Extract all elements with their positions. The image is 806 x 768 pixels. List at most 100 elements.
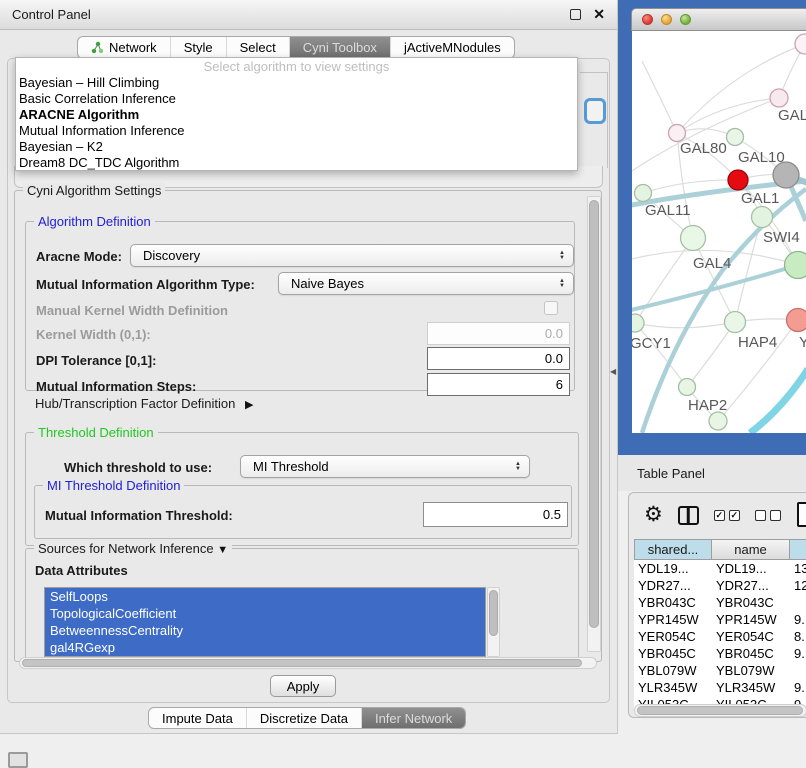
popup-item-bayesian-k2[interactable]: Bayesian – K2 <box>16 139 577 155</box>
list-item-topologicalcoefficient[interactable]: TopologicalCoefficient <box>45 605 485 622</box>
network-node-gal10[interactable] <box>727 129 744 146</box>
mi-type-combo[interactable]: Naive Bayes ▲▼ <box>278 272 574 295</box>
gear-icon[interactable]: ⚙ <box>644 505 663 525</box>
settings-horizontal-scrollbar[interactable] <box>19 657 597 669</box>
float-panel-icon[interactable] <box>570 9 581 20</box>
list-item-selfloops[interactable]: SelfLoops <box>45 588 485 605</box>
which-threshold-label: Which threshold to use: <box>64 460 212 475</box>
select-all-icon[interactable]: ✓✓ <box>714 510 740 521</box>
network-canvas[interactable]: GAL GAL80 GAL10 GAL1 GAL11 SWI4 GAL4 GCY… <box>632 31 806 433</box>
attributes-list-scrollbar[interactable] <box>487 587 500 657</box>
tab-infer-network[interactable]: Infer Network <box>361 708 465 728</box>
cell-name: YPR145W <box>712 611 790 628</box>
dpi-tolerance-field[interactable]: 0.0 <box>427 347 570 370</box>
table-row[interactable]: YLR345W YLR345W 9. <box>634 679 806 696</box>
cell-shared: YBR045C <box>634 645 712 662</box>
collapse-down-icon: ▼ <box>217 544 228 556</box>
table-row[interactable]: YPR145W YPR145W 9. <box>634 611 806 628</box>
panel-collapse-arrow-icon[interactable]: ◀ <box>610 367 616 376</box>
network-node[interactable] <box>770 89 788 107</box>
table-panel: ⚙ ✓✓ shared... name YDL19... YDL19... 13… <box>628 492 806 718</box>
network-node-gcy1[interactable] <box>632 314 644 332</box>
table-header-row: shared... name <box>634 539 806 560</box>
tab-jactivemnodules[interactable]: jActiveMNodules <box>390 37 514 58</box>
table-panel-header: Table Panel <box>618 455 806 491</box>
tab-discretize-data[interactable]: Discretize Data <box>246 708 361 728</box>
network-node-gal4[interactable] <box>681 226 706 251</box>
tab-cyni-toolbox-label: Cyni Toolbox <box>303 40 377 55</box>
control-panel-title: Control Panel <box>12 7 91 22</box>
window-close-icon[interactable] <box>642 14 653 25</box>
tab-select[interactable]: Select <box>226 37 289 58</box>
node-label: SWI4 <box>763 229 800 246</box>
settings-group-title: Cyni Algorithm Settings <box>23 183 165 198</box>
tab-cyni-toolbox[interactable]: Cyni Toolbox <box>289 37 390 58</box>
network-node-gal1-selected[interactable] <box>728 170 748 190</box>
new-table-icon[interactable] <box>797 502 806 527</box>
tab-style[interactable]: Style <box>170 37 226 58</box>
sources-title-label: Sources for Network Inference <box>38 541 214 556</box>
column-header-name[interactable]: name <box>712 539 790 560</box>
network-node-gal11[interactable] <box>635 185 652 202</box>
settings-vertical-scrollbar[interactable] <box>587 196 601 652</box>
apply-button[interactable]: Apply <box>270 675 336 697</box>
list-item-betweennesscentrality[interactable]: BetweennessCentrality <box>45 622 485 639</box>
which-threshold-combo[interactable]: MI Threshold ▲▼ <box>240 455 530 478</box>
table-row[interactable]: YER054C YER054C 8. <box>634 628 806 645</box>
table-row[interactable]: YBR045C YBR045C 9. <box>634 645 806 662</box>
window-minimize-icon[interactable] <box>661 14 672 25</box>
close-panel-icon[interactable]: ✕ <box>593 9 605 20</box>
mi-threshold-field[interactable]: 0.5 <box>423 502 568 527</box>
hub-definition-toggle[interactable]: Hub/Transcription Factor Definition ▶ <box>35 396 253 411</box>
table-horizontal-scrollbar[interactable] <box>634 704 806 717</box>
cell-value: 9. <box>790 645 806 662</box>
column-header-partial[interactable] <box>790 539 806 560</box>
table-row[interactable]: YBL079W YBL079W <box>634 662 806 679</box>
network-node-gal80[interactable] <box>669 125 686 142</box>
kernel-width-field[interactable]: 0.0 <box>427 322 570 345</box>
combo-arrows-icon: ▲▼ <box>559 279 565 289</box>
deselect-all-icon[interactable] <box>755 510 781 521</box>
column-header-shared[interactable]: shared... <box>634 539 712 560</box>
mi-steps-field[interactable]: 6 <box>427 373 570 396</box>
aracne-mode-combo[interactable]: Discovery ▲▼ <box>130 244 574 267</box>
network-node[interactable] <box>709 412 727 430</box>
network-node[interactable] <box>785 252 806 279</box>
network-node-hap4[interactable] <box>725 312 746 333</box>
tab-network[interactable]: Network <box>78 37 170 58</box>
network-graph-icon <box>91 41 104 54</box>
popup-item-dream8[interactable]: Dream8 DC_TDC Algorithm <box>16 155 577 171</box>
cyni-algorithm-settings-group: Cyni Algorithm Settings Algorithm Defini… <box>14 190 602 662</box>
popup-item-bayesian-hill[interactable]: Bayesian – Hill Climbing <box>16 75 577 91</box>
hidden-combo-focus-ring <box>584 98 606 124</box>
network-node-hap2[interactable] <box>679 379 696 396</box>
cyni-mode-tabstrip: Impute Data Discretize Data Infer Networ… <box>148 707 466 729</box>
popup-hint: Select algorithm to view settings <box>16 59 577 75</box>
network-node-salmon[interactable] <box>787 309 806 332</box>
cell-shared: YDL19... <box>634 560 712 577</box>
mi-type-label: Mutual Information Algorithm Type: <box>36 277 255 292</box>
manual-kernel-checkbox[interactable] <box>544 301 558 315</box>
cell-value <box>790 594 806 611</box>
network-node[interactable] <box>795 34 806 54</box>
table-row[interactable]: YDL19... YDL19... 13 <box>634 560 806 577</box>
combo-arrows-icon: ▲▼ <box>559 251 565 261</box>
cell-value: 8. <box>790 628 806 645</box>
table-row[interactable]: YBR043C YBR043C <box>634 594 806 611</box>
tab-impute-data[interactable]: Impute Data <box>149 708 246 728</box>
popup-item-basic-correlation[interactable]: Basic Correlation Inference <box>16 91 577 107</box>
list-item-gal4rgexp[interactable]: gal4RGexp <box>45 639 485 656</box>
network-node-swi4[interactable] <box>752 207 773 228</box>
network-window-titlebar[interactable] <box>631 8 806 31</box>
cell-name: YBR043C <box>712 594 790 611</box>
popup-item-aracne[interactable]: ARACNE Algorithm <box>16 107 577 123</box>
node-label: HAP2 <box>688 397 727 414</box>
window-zoom-icon[interactable] <box>680 14 691 25</box>
cell-shared: YPR145W <box>634 611 712 628</box>
column-layout-icon[interactable] <box>678 506 699 525</box>
corner-grip-icon <box>8 752 28 768</box>
popup-item-mutual-information[interactable]: Mutual Information Inference <box>16 123 577 139</box>
combo-arrows-icon: ▲▼ <box>515 462 521 472</box>
sources-group-title[interactable]: Sources for Network Inference ▼ <box>34 541 232 556</box>
table-row[interactable]: YDR27... YDR27... 12 <box>634 577 806 594</box>
